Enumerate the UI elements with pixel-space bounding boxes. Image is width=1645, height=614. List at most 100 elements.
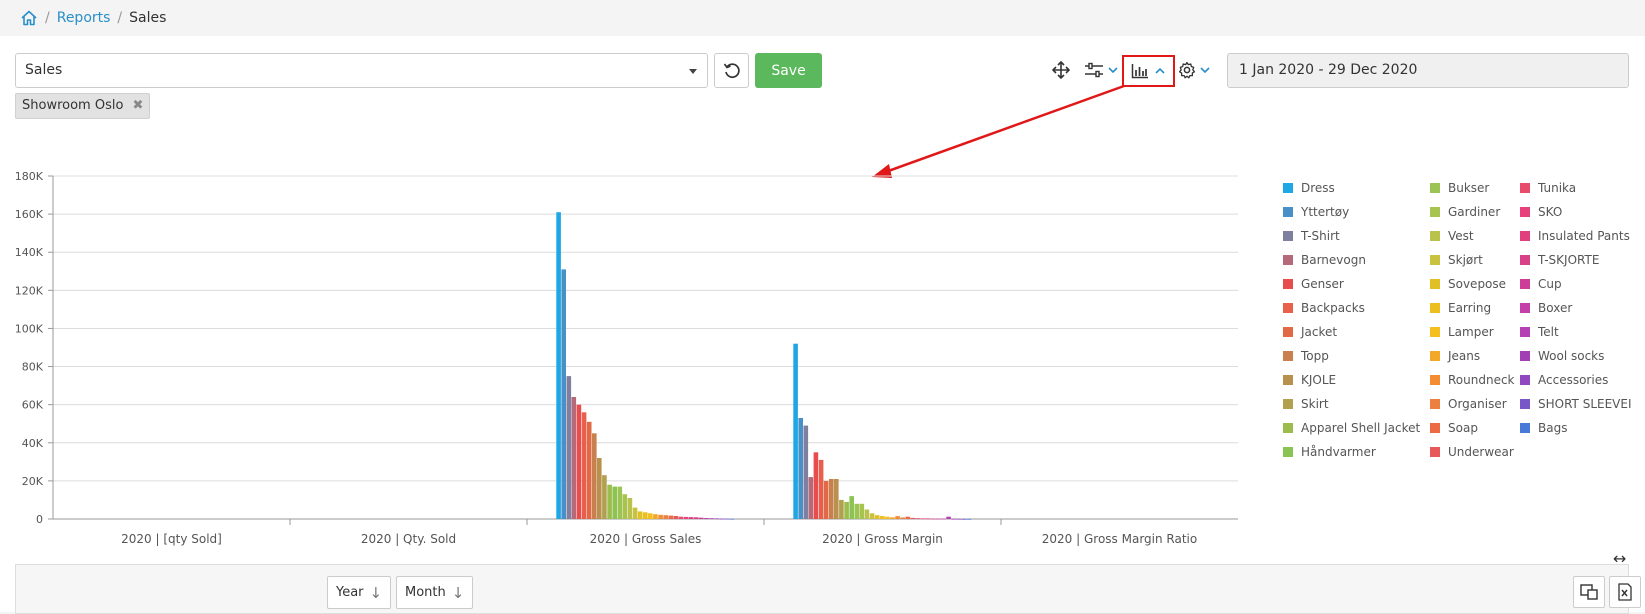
bar-dress	[556, 212, 561, 519]
legend-item[interactable]: KJOLE	[1283, 373, 1336, 387]
legend-swatch	[1430, 399, 1440, 409]
legend-swatch	[1430, 327, 1440, 337]
home-icon[interactable]	[20, 9, 38, 27]
breadcrumb-reports-link[interactable]: Reports	[57, 10, 111, 26]
chart-type-button[interactable]	[1122, 55, 1175, 87]
bar-gardiner	[859, 503, 865, 519]
bar-sko	[683, 516, 689, 519]
reset-button[interactable]	[714, 53, 749, 88]
legend-item[interactable]: Cup	[1520, 277, 1562, 291]
legend-swatch	[1283, 375, 1293, 385]
legend-item[interactable]: Genser	[1283, 277, 1344, 291]
legend-item[interactable]: Dress	[1283, 181, 1335, 195]
dimension-year[interactable]: Year ↓	[327, 576, 392, 609]
legend-item[interactable]: SKO	[1520, 205, 1562, 219]
legend-item[interactable]: Telt	[1520, 325, 1559, 339]
legend-item[interactable]: SHORT SLEEVEI	[1520, 397, 1632, 411]
legend-item[interactable]: Underwear	[1430, 445, 1514, 459]
bar-organiser	[663, 515, 668, 519]
bar-telt	[946, 516, 951, 519]
bar-cup	[936, 518, 941, 520]
bar-accessories	[719, 518, 725, 520]
sort-arrow-icon[interactable]: ↓	[370, 584, 383, 602]
legend-label: SHORT SLEEVEI	[1538, 397, 1632, 411]
legend-item[interactable]: Skirt	[1283, 397, 1329, 411]
legend-label: Jeans	[1448, 349, 1481, 363]
legend-label: Apparel Shell Jacket	[1301, 421, 1421, 435]
legend-label: Wool socks	[1538, 349, 1605, 363]
bar-jeans	[653, 514, 658, 519]
legend-item[interactable]: Wool socks	[1520, 349, 1604, 363]
bar-apparel-shell-jacket	[844, 501, 849, 519]
legend-label: Earring	[1448, 301, 1492, 315]
bar-boxer	[704, 518, 709, 519]
legend-item[interactable]: Organiser	[1430, 397, 1507, 411]
pivot-layout-button[interactable]	[1573, 576, 1605, 608]
chevron-down-icon	[689, 69, 697, 74]
report-select[interactable]: Sales	[15, 53, 708, 88]
bar-yttert-y	[798, 418, 803, 519]
legend-item[interactable]: Barnevogn	[1283, 253, 1366, 267]
legend-swatch	[1430, 351, 1440, 361]
legend-item[interactable]: Tunika	[1520, 181, 1576, 195]
legend-swatch	[1283, 423, 1293, 433]
legend-item[interactable]: Bukser	[1430, 181, 1489, 195]
move-button[interactable]	[1052, 57, 1070, 83]
legend-item[interactable]: Skjørt	[1430, 253, 1483, 267]
legend-item[interactable]: Boxer	[1520, 301, 1572, 315]
legend-item[interactable]: Apparel Shell Jacket	[1283, 421, 1420, 435]
legend-item[interactable]: Håndvarmer	[1283, 445, 1376, 459]
legend-item[interactable]: Jeans	[1430, 349, 1480, 363]
date-range-picker[interactable]: 1 Jan 2020 - 29 Dec 2020	[1227, 53, 1629, 88]
remove-filter-icon[interactable]: ✖	[133, 94, 144, 118]
legend-label: T-Shirt	[1301, 229, 1340, 243]
save-button[interactable]: Save	[755, 53, 822, 88]
legend-swatch	[1430, 207, 1440, 217]
legend-item[interactable]: Yttertøy	[1283, 205, 1349, 219]
legend-swatch	[1520, 255, 1530, 265]
legend-item[interactable]: Accessories	[1520, 373, 1608, 387]
chevron-up-icon	[1155, 67, 1165, 74]
legend-swatch	[1430, 447, 1440, 457]
legend-item[interactable]: Sovepose	[1430, 277, 1506, 291]
legend-item[interactable]: Backpacks	[1283, 301, 1365, 315]
legend-item[interactable]: Earring	[1430, 301, 1491, 315]
legend-item[interactable]: Roundneck	[1430, 373, 1515, 387]
legend-label: KJOLE	[1301, 373, 1337, 387]
legend-item[interactable]: Lamper	[1430, 325, 1494, 339]
legend-item[interactable]: Insulated Pants	[1520, 229, 1630, 243]
export-xlsx-button[interactable]	[1609, 576, 1641, 608]
legend-swatch	[1283, 399, 1293, 409]
legend-label: Lamper	[1448, 325, 1494, 339]
legend-swatch	[1430, 303, 1440, 313]
bar-short-sleevei	[724, 518, 730, 520]
legend-swatch	[1430, 255, 1440, 265]
legend-label: Skjørt	[1448, 253, 1483, 267]
y-tick-label: 20K	[22, 475, 44, 488]
bar-organiser	[900, 517, 905, 519]
y-tick-label: 40K	[22, 437, 44, 450]
settings-button[interactable]	[1178, 57, 1211, 83]
bar-sko	[920, 518, 926, 520]
dimension-month[interactable]: Month ↓	[396, 576, 474, 609]
sort-arrow-icon[interactable]: ↓	[452, 584, 465, 602]
bar-lamper	[648, 513, 653, 519]
y-tick-label: 140K	[15, 246, 44, 259]
bar-bukser	[854, 503, 860, 519]
legend-item[interactable]: Jacket	[1283, 325, 1337, 339]
legend-item[interactable]: T-Shirt	[1283, 229, 1340, 243]
legend-item[interactable]: Topp	[1283, 349, 1329, 363]
legend-item[interactable]: T-SKJORTE	[1520, 253, 1599, 267]
legend-swatch	[1283, 351, 1293, 361]
y-tick-label: 0	[36, 513, 43, 526]
bar-t-skjorte	[931, 518, 936, 520]
filter-sliders-button[interactable]	[1084, 57, 1119, 83]
legend-item[interactable]: Soap	[1430, 421, 1478, 435]
legend-swatch	[1520, 423, 1530, 433]
legend-item[interactable]: Bags	[1520, 421, 1567, 435]
legend-item[interactable]: Gardiner	[1430, 205, 1500, 219]
bar-topp	[829, 479, 834, 519]
y-tick-label: 160K	[15, 208, 44, 221]
legend-item[interactable]: Vest	[1430, 229, 1474, 243]
legend-label: SKO	[1538, 205, 1563, 219]
